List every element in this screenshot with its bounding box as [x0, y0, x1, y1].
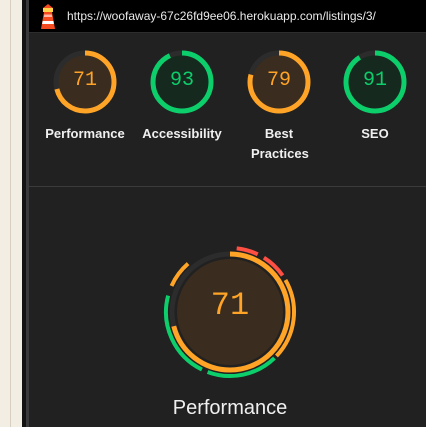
gauge-seo[interactable]: 91 SEO [325, 49, 425, 144]
gauge-score: 79 [266, 69, 291, 92]
category-gauges: 71 Performance 93 Accessibility 79 Best … [29, 33, 426, 185]
lighthouse-report: https://woofaway-67c26fd9ee06.herokuapp.… [0, 0, 426, 427]
gauge-best-practices[interactable]: 79 Best Practices [229, 49, 329, 164]
section-divider [29, 186, 426, 187]
gauge-score: 71 [72, 69, 97, 92]
lighthouse-logo-icon [41, 4, 55, 29]
gauge-score: 91 [362, 69, 387, 92]
gauge-accessibility[interactable]: 93 Accessibility [132, 49, 232, 144]
url-bar: https://woofaway-67c26fd9ee06.herokuapp.… [29, 0, 426, 33]
page-url: https://woofaway-67c26fd9ee06.herokuapp.… [67, 9, 376, 23]
gauge-performance[interactable]: 71 Performance [35, 49, 135, 144]
strip-divider [10, 0, 11, 427]
adjacent-window-strip [0, 0, 22, 427]
performance-title: Performance [172, 397, 288, 419]
gauge-label: SEO [361, 126, 389, 141]
gauge-label: Accessibility [142, 126, 222, 141]
gauge-score: 93 [169, 69, 194, 92]
performance-score: 71 [210, 287, 250, 324]
gauge-label: Best Practices [251, 126, 309, 161]
gauge-label: Performance [45, 126, 125, 141]
